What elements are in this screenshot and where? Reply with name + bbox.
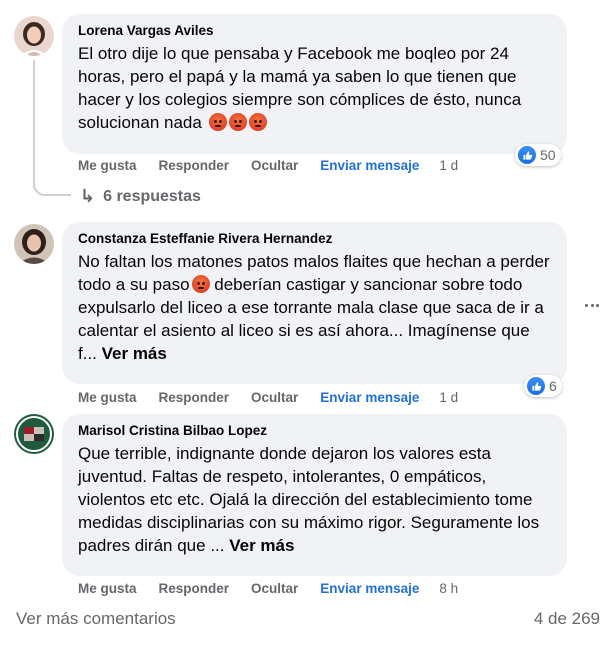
- replies-label: 6 respuestas: [103, 187, 201, 205]
- view-replies-button[interactable]: ↳ 6 respuestas: [80, 186, 201, 207]
- comment-text: Que terrible, indignante donde dejaron l…: [78, 442, 553, 557]
- reaction-count-badge[interactable]: 6: [524, 375, 562, 397]
- like-reaction-icon: [527, 377, 545, 395]
- comment-text: No faltan los matones patos malos flaite…: [78, 250, 553, 365]
- hide-button[interactable]: Ocultar: [251, 158, 298, 173]
- comment-author[interactable]: Constanza Esteffanie Rivera Hernandez: [78, 230, 553, 248]
- like-button[interactable]: Me gusta: [78, 390, 137, 405]
- angry-face-emoji: [191, 275, 210, 293]
- comment-author[interactable]: Marisol Cristina Bilbao Lopez: [78, 422, 553, 440]
- more-options-icon[interactable]: [585, 298, 599, 312]
- thread-line: [33, 60, 35, 188]
- avatar[interactable]: [14, 16, 54, 56]
- reply-button[interactable]: Responder: [159, 390, 230, 405]
- comment-actions: Me gusta Responder Ocultar Enviar mensaj…: [78, 388, 480, 406]
- reply-button[interactable]: Responder: [159, 581, 230, 596]
- comment-count: 4 de 269: [533, 609, 600, 628]
- angry-face-emoji: [228, 113, 247, 131]
- comment-timestamp[interactable]: 1 d: [439, 390, 458, 405]
- comment-text: El otro dije lo que pensaba y Facebook m…: [78, 42, 553, 134]
- like-button[interactable]: Me gusta: [78, 158, 137, 173]
- avatar[interactable]: [14, 224, 54, 264]
- comment-timestamp[interactable]: 1 d: [439, 158, 458, 173]
- see-more-link[interactable]: Ver más: [102, 344, 167, 363]
- reaction-count: 50: [540, 147, 556, 163]
- angry-face-emoji: [248, 113, 267, 131]
- comment-bubble: Lorena Vargas Aviles El otro dije lo que…: [62, 14, 567, 154]
- see-more-link[interactable]: Ver más: [229, 536, 294, 555]
- angry-face-emoji: [208, 113, 227, 131]
- thread-line-curve: [33, 176, 71, 196]
- reply-arrow-icon: ↳: [80, 186, 96, 206]
- comment-bubble: Marisol Cristina Bilbao Lopez Que terrib…: [62, 414, 567, 576]
- reply-button[interactable]: Responder: [159, 158, 230, 173]
- view-more-comments-link[interactable]: Ver más comentarios: [16, 609, 176, 629]
- send-message-button[interactable]: Enviar mensaje: [320, 390, 419, 405]
- comment-actions: Me gusta Responder Ocultar Enviar mensaj…: [78, 156, 480, 174]
- reaction-count-badge[interactable]: 50: [515, 144, 561, 166]
- send-message-button[interactable]: Enviar mensaje: [320, 581, 419, 596]
- hide-button[interactable]: Ocultar: [251, 581, 298, 596]
- comment-actions: Me gusta Responder Ocultar Enviar mensaj…: [78, 579, 480, 597]
- send-message-button[interactable]: Enviar mensaje: [320, 158, 419, 173]
- comment-text-content: Que terrible, indignante donde dejaron l…: [78, 444, 540, 555]
- like-button[interactable]: Me gusta: [78, 581, 137, 596]
- reaction-count: 6: [549, 378, 557, 394]
- comment-author[interactable]: Lorena Vargas Aviles: [78, 22, 553, 40]
- comment-bubble: Constanza Esteffanie Rivera Hernandez No…: [62, 222, 567, 384]
- comment-timestamp[interactable]: 8 h: [439, 581, 458, 596]
- like-reaction-icon: [518, 146, 536, 164]
- hide-button[interactable]: Ocultar: [251, 390, 298, 405]
- comment-text-content: El otro dije lo que pensaba y Facebook m…: [78, 44, 522, 132]
- avatar[interactable]: [14, 414, 54, 454]
